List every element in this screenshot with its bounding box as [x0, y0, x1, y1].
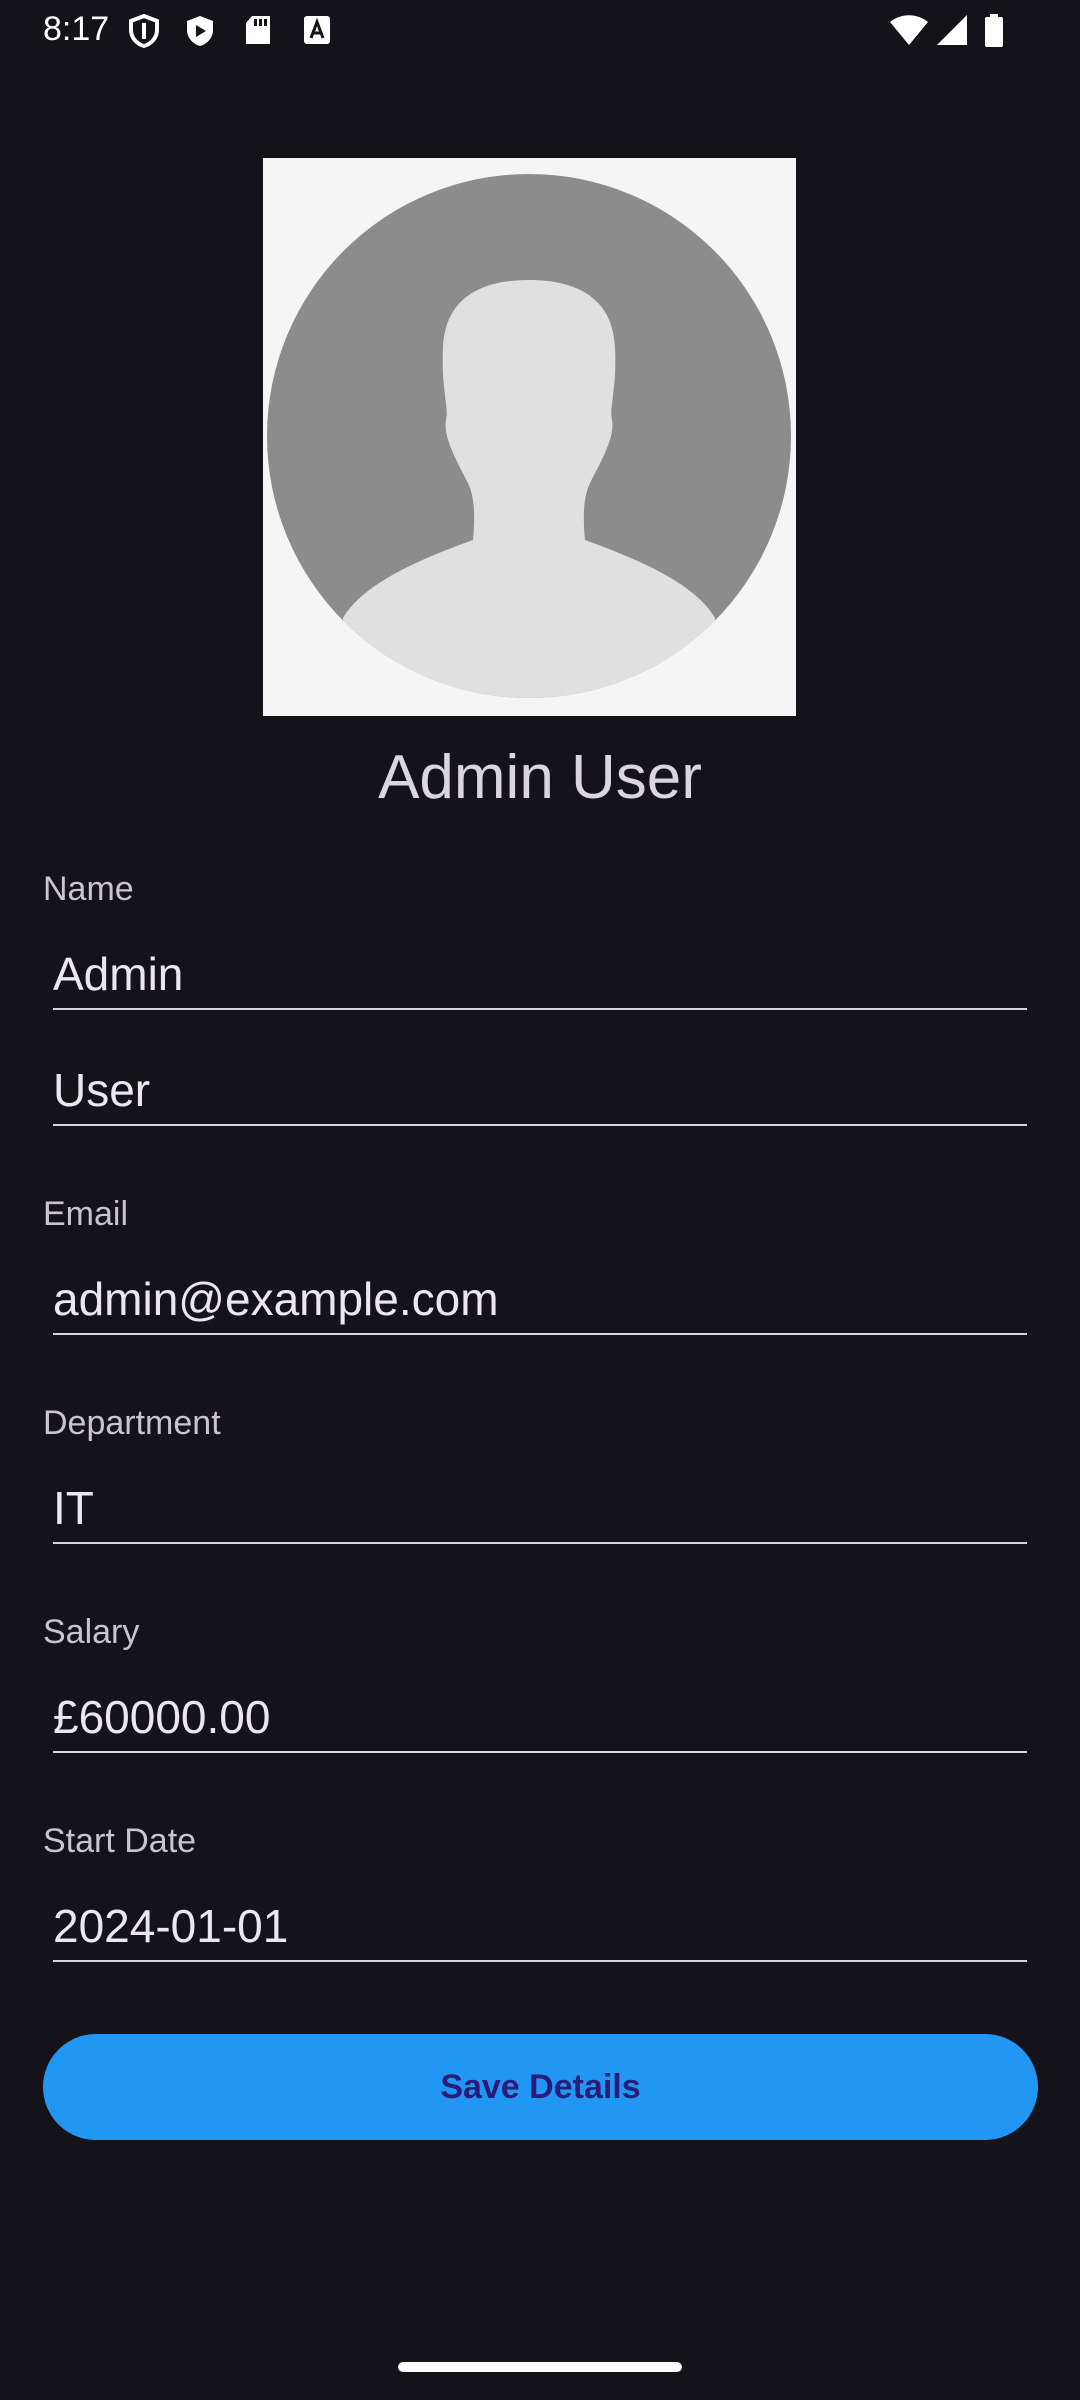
avatar[interactable]	[263, 158, 796, 716]
name-label: Name	[43, 870, 134, 908]
last-name-field	[53, 1056, 1027, 1126]
a-text-icon	[302, 14, 332, 51]
department-field	[53, 1474, 1027, 1544]
shield-icon	[128, 13, 160, 53]
email-field	[53, 1265, 1027, 1335]
home-indicator[interactable]	[398, 2362, 682, 2372]
salary-field	[53, 1683, 1027, 1753]
default-person-avatar-icon	[267, 174, 791, 698]
cell-signal-icon	[936, 14, 968, 51]
battery-icon	[984, 14, 1004, 53]
salary-label: Salary	[43, 1613, 140, 1651]
save-details-button[interactable]: Save Details	[43, 2034, 1038, 2140]
wifi-icon	[889, 14, 929, 51]
last-name-input[interactable]	[53, 1056, 1027, 1124]
start-date-input[interactable]	[53, 1892, 1027, 1960]
status-time: 8:17	[43, 10, 110, 48]
sd-card-icon	[244, 14, 272, 51]
status-bar: 8:17	[0, 0, 1080, 62]
salary-input[interactable]	[53, 1683, 1027, 1751]
department-input[interactable]	[53, 1474, 1027, 1542]
play-protect-icon	[184, 14, 216, 53]
department-label: Department	[43, 1404, 221, 1442]
email-label: Email	[43, 1195, 129, 1233]
first-name-field	[53, 940, 1027, 1010]
first-name-input[interactable]	[53, 940, 1027, 1008]
start-date-label: Start Date	[43, 1822, 197, 1860]
start-date-field	[53, 1892, 1027, 1962]
edit-profile-screen: 8:17 Admin User Name Admin User Email ad…	[0, 0, 1080, 2400]
profile-name: Admin User	[378, 743, 702, 812]
email-input[interactable]	[53, 1265, 1027, 1333]
